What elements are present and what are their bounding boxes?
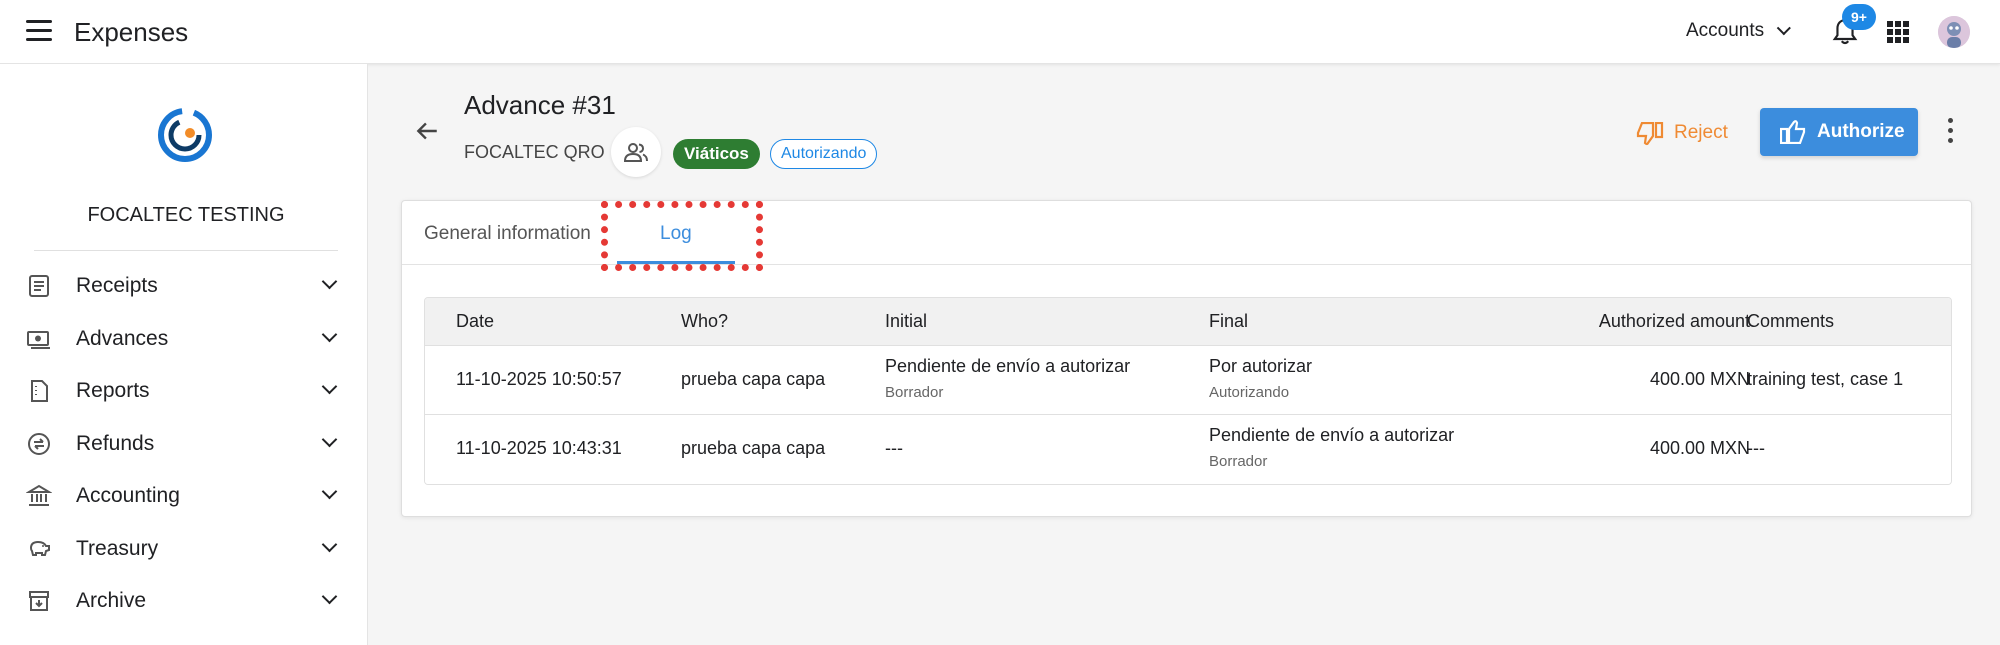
chevron-down-icon (321, 483, 338, 500)
authorize-button[interactable]: Authorize (1760, 108, 1918, 156)
sidebar-item-label: Advances (76, 326, 169, 350)
org-name: FOCALTEC TESTING (87, 204, 285, 226)
cell-initial: --- (885, 438, 903, 458)
tab-general-information[interactable]: General information (424, 223, 591, 245)
column-header: Initial (885, 311, 928, 331)
cell-who: prueba capa capa (681, 438, 826, 458)
cell-amount: 400.00 MXN (1649, 438, 1750, 458)
cell-initial-sub: Borrador (885, 384, 944, 401)
chevron-down-icon (321, 536, 338, 552)
sidebar-item-label: Refunds (76, 431, 155, 455)
back-arrow-icon[interactable] (414, 118, 440, 144)
column-header: Authorized amount (1598, 311, 1750, 331)
log-table: Date Who? Initial Final Authorized amoun… (424, 297, 1952, 485)
chevron-down-icon (321, 273, 338, 290)
cell-comments: --- (1747, 438, 1765, 458)
details-card: General information Log Date Who? Initia… (401, 200, 1972, 517)
chevron-down-icon (321, 326, 338, 342)
sidebar-nav: Receipts Advances Reports Refunds Accoun… (0, 260, 368, 628)
column-header: Who? (681, 311, 729, 331)
cell-final: Pendiente de envío a autorizar (1209, 425, 1455, 445)
column-header: Final (1209, 311, 1249, 331)
reject-label: Reject (1674, 122, 1728, 143)
column-header: Date (456, 311, 495, 331)
page-title: Advance #31 (464, 90, 616, 120)
table-header: Date Who? Initial Final Authorized amoun… (425, 298, 1951, 346)
thumbs-up-icon (1780, 120, 1806, 144)
table-row: 11-10-2025 10:43:31 prueba capa capa ---… (425, 416, 1951, 484)
sidebar-item-refunds[interactable]: Refunds (0, 418, 368, 471)
status-chip: Autorizando (770, 139, 878, 169)
refund-icon (28, 432, 50, 455)
report-icon (31, 380, 48, 402)
company-logo (158, 108, 212, 162)
people-button[interactable] (611, 127, 661, 177)
authorize-label: Authorize (1817, 121, 1905, 142)
people-icon (624, 143, 648, 162)
sidebar-item-reports[interactable]: Reports (0, 365, 368, 418)
divider (34, 250, 338, 251)
sidebar-item-receipts[interactable]: Receipts (0, 260, 368, 313)
company-name: FOCALTEC QRO (464, 142, 605, 162)
sidebar-item-accounting[interactable]: Accounting (0, 470, 368, 523)
cell-date: 11-10-2025 10:50:57 (456, 369, 622, 389)
cell-amount: 400.00 MXN (1649, 369, 1750, 389)
thumbs-down-icon (1636, 122, 1664, 146)
accounts-label: Accounts (1686, 20, 1765, 41)
sidebar-item-archive[interactable]: Archive (0, 575, 368, 628)
sidebar-item-label: Treasury (76, 536, 159, 560)
cell-initial: Pendiente de envío a autorizar (885, 356, 1131, 376)
cell-final: Por autorizar (1209, 356, 1313, 376)
apps-grid-icon[interactable] (1887, 21, 1909, 43)
avatar[interactable] (1938, 16, 1970, 48)
sidebar-item-label: Accounting (76, 484, 180, 507)
column-header: Comments (1747, 311, 1835, 331)
accounts-dropdown[interactable]: Accounts (1686, 20, 1792, 42)
archive-icon (29, 591, 49, 611)
tab-bar: General information Log (402, 201, 1971, 271)
sidebar-item-treasury[interactable]: Treasury (0, 523, 368, 576)
cell-date: 11-10-2025 10:43:31 (456, 438, 622, 458)
cell-comments: training test, case 1 (1747, 369, 1904, 389)
cell-final-sub: Borrador (1209, 453, 1268, 470)
top-bar: Expenses Accounts 9+ (0, 0, 2000, 64)
chevron-down-icon (1776, 21, 1792, 36)
cell-final-sub: Autorizando (1209, 384, 1290, 401)
chevron-down-icon (321, 588, 338, 605)
sidebar-item-advances[interactable]: Advances (0, 313, 368, 366)
menu-icon[interactable] (26, 20, 54, 44)
highlight-annotation (601, 201, 763, 271)
cell-who: prueba capa capa (681, 369, 826, 389)
table-row: 11-10-2025 10:50:57 prueba capa capa Pen… (425, 346, 1951, 415)
notification-badge: 9+ (1842, 4, 1876, 30)
app-title: Expenses (74, 17, 189, 47)
sidebar-item-label: Archive (76, 589, 147, 612)
bank-icon (26, 484, 52, 506)
more-vert-icon[interactable] (1942, 118, 1958, 148)
chevron-down-icon (321, 378, 338, 395)
piggy-bank-icon (29, 540, 50, 556)
sidebar-item-label: Receipts (76, 274, 158, 297)
chevron-down-icon (321, 431, 338, 447)
type-chip: Viáticos (673, 139, 760, 169)
receipt-icon (29, 275, 49, 297)
cash-icon (27, 330, 50, 349)
sidebar: FOCALTEC TESTING Receipts Advances Repor… (0, 64, 368, 645)
sidebar-item-label: Reports (76, 379, 150, 402)
